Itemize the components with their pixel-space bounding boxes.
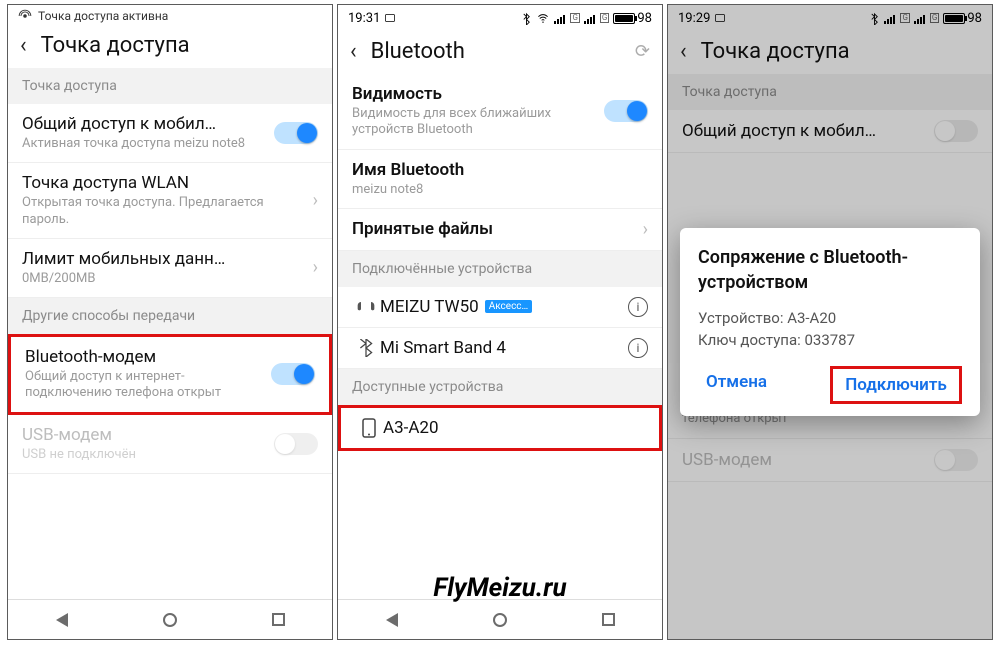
row-title: Общий доступ к мобил… [22,114,274,134]
refresh-icon[interactable]: ⟳ [635,41,650,62]
usb-modem-toggle [274,433,318,455]
dialog-device-line: Устройство: A3-A20 [698,307,962,330]
battery-icon: 98 [613,11,652,26]
row-title: Видимость [352,84,604,104]
bluetooth-icon [352,339,380,357]
device-badge: Аксесс… [485,300,533,313]
row-bluetooth-modem[interactable]: Bluetooth-модем Общий доступ к интернет-… [8,334,332,415]
status-bar: 19:31 G G 98 [338,5,662,31]
row-title: Точка доступа WLAN [22,173,305,193]
back-icon[interactable]: ‹ [350,39,357,64]
content-panel: Точка доступа Общий доступ к мобил… Акти… [8,68,332,599]
dialog-key-line: Ключ доступа: 033787 [698,329,962,352]
row-title: Имя Bluetooth [352,160,648,180]
row-subtitle: Открытая точка доступа. Предлагается пар… [22,195,305,228]
device-name: MEIZU TW50 [380,297,479,317]
bluetooth-icon [521,12,532,25]
dialog-connect-button[interactable]: Подключить [830,366,962,404]
bluetooth-modem-toggle[interactable] [271,363,315,385]
nav-recent-icon[interactable] [272,613,285,626]
card-icon [384,12,396,24]
android-nav-bar [338,599,662,639]
hotspot-icon [18,9,32,23]
row-data-limit[interactable]: Лимит мобильных данн… 0MB/200MB › [8,239,332,298]
android-nav-bar [8,599,332,639]
chevron-right-icon: › [305,190,318,211]
page-title: Bluetooth [371,39,465,64]
signal-icon [584,13,595,24]
earbuds-icon [352,299,380,315]
back-icon[interactable]: ‹ [20,33,27,58]
row-subtitle: meizu note8 [352,182,648,198]
nav-recent-icon[interactable] [602,613,615,626]
row-device-tw50[interactable]: MEIZU TW50 Аксесс… i [338,287,662,328]
row-subtitle: Видимость для всех ближайших устройств B… [352,106,604,139]
hotspot-active-banner: Точка доступа активна [8,5,332,25]
nav-home-icon[interactable] [493,613,507,627]
section-other-sharing: Другие способы передачи [8,298,332,334]
chevron-right-icon: › [635,219,648,240]
row-title: Лимит мобильных данн… [22,249,305,269]
row-received-files[interactable]: Принятые файлы › [338,209,662,251]
row-subtitle: USB не подключён [22,447,274,463]
header: ‹ Bluetooth ⟳ [338,31,662,74]
section-paired: Подключённые устройства [338,251,662,287]
visibility-toggle[interactable] [604,100,648,122]
header: ‹ Точка доступа [8,25,332,68]
row-bt-name[interactable]: Имя Bluetooth meizu note8 [338,150,662,209]
row-title: USB-модем [22,425,274,445]
dialog-cancel-button[interactable]: Отмена [698,366,775,404]
row-mobile-hotspot[interactable]: Общий доступ к мобил… Активная точка дос… [8,104,332,163]
wifi-icon [536,13,550,24]
phone-icon [355,418,383,438]
device-name: Mi Smart Band 4 [380,338,620,358]
row-wlan-hotspot[interactable]: Точка доступа WLAN Открытая точка доступ… [8,163,332,239]
phone-screen-3: 19:29 G G 98 ‹ Точка доступа Точка досту… [667,4,993,640]
info-icon[interactable]: i [628,338,648,358]
nav-home-icon[interactable] [163,613,177,627]
row-visibility[interactable]: Видимость Видимость для всех ближайших у… [338,74,662,150]
row-device-miband[interactable]: Mi Smart Band 4 i [338,328,662,369]
row-subtitle: Общий доступ к интернет-подключению теле… [25,369,271,402]
mobile-hotspot-toggle[interactable] [274,122,318,144]
row-title: Принятые файлы [352,219,635,239]
section-available: Доступные устройства [338,369,662,405]
chevron-right-icon: › [305,257,318,278]
signal-icon [554,13,565,24]
dialog-body: Устройство: A3-A20 Ключ доступа: 033787 [698,307,962,352]
status-time: 19:31 [348,11,380,26]
row-subtitle: 0MB/200MB [22,271,305,287]
device-name: A3-A20 [383,418,645,438]
hotspot-active-text: Точка доступа активна [38,9,168,23]
nav-back-icon[interactable] [56,613,68,627]
pairing-dialog: Сопряжение с Bluetooth-устройством Устро… [680,228,980,416]
row-title: Bluetooth-модем [25,347,271,367]
content-panel: Видимость Видимость для всех ближайших у… [338,74,662,599]
phone-screen-2: 19:31 G G 98 ‹ Bluetooth ⟳ Видимость Вид… [337,4,663,640]
dialog-title: Сопряжение с Bluetooth-устройством [698,246,962,295]
dialog-overlay: Сопряжение с Bluetooth-устройством Устро… [668,5,992,639]
row-device-a3a20[interactable]: A3-A20 [338,405,662,451]
info-icon[interactable]: i [628,297,648,317]
row-usb-modem: USB-модем USB не подключён [8,415,332,474]
phone-screen-1: Точка доступа активна ‹ Точка доступа То… [7,4,333,640]
nav-back-icon[interactable] [386,613,398,627]
section-hotspot: Точка доступа [8,68,332,104]
page-title: Точка доступа [41,33,190,58]
row-subtitle: Активная точка доступа meizu note8 [22,136,274,152]
